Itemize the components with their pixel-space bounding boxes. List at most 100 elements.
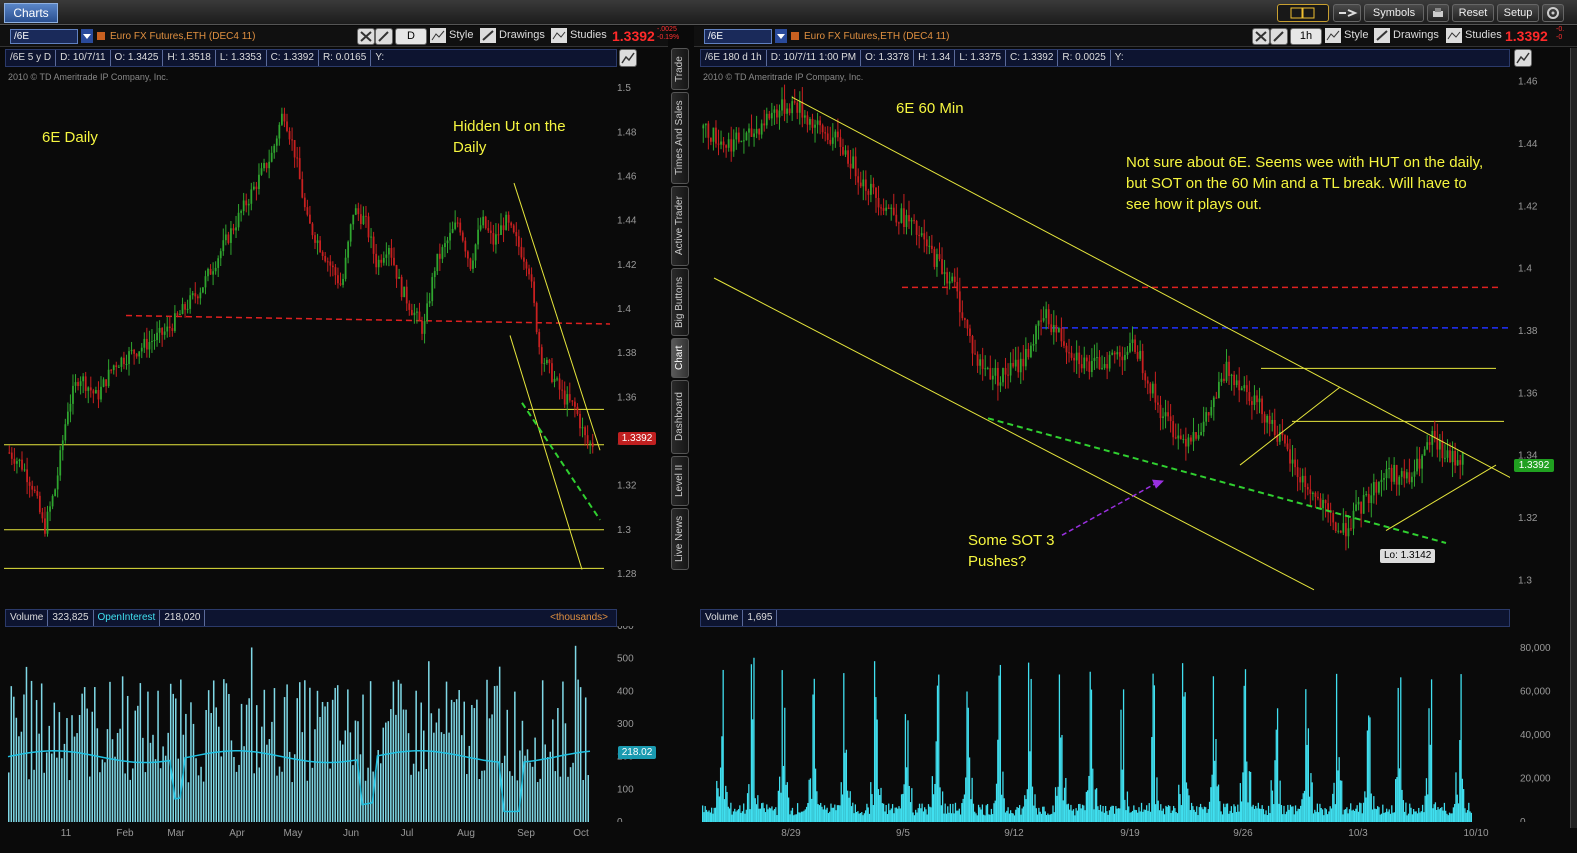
volume-bar (1119, 808, 1121, 822)
candle-body (179, 313, 181, 315)
volume-bar (1416, 813, 1419, 822)
tab-charts[interactable]: Charts (4, 3, 58, 23)
volume-bar (175, 698, 177, 822)
volume-bar (541, 680, 544, 822)
right-symbol-dropdown[interactable] (775, 29, 787, 43)
volume-bar (999, 664, 1002, 822)
volume-bar (798, 812, 800, 822)
candle-body (1365, 494, 1368, 496)
right-scrollbar[interactable] (1570, 48, 1577, 828)
side-tab-dashboard[interactable]: Dashboard (671, 380, 689, 454)
left-drawings-button[interactable]: Drawings (480, 28, 550, 43)
volume-bar (881, 803, 883, 822)
candle-body (984, 368, 987, 370)
side-tab-chart[interactable]: Chart (671, 338, 689, 378)
price-tick-label: 1.46 (1518, 77, 1538, 88)
candle-body (235, 227, 237, 231)
volume-bar (149, 742, 152, 822)
right-pencil-button[interactable] (1270, 28, 1288, 45)
volume-bar (1350, 803, 1352, 822)
price-tick-label: 1.36 (1518, 388, 1538, 399)
grid-layout-button[interactable] (1277, 4, 1329, 22)
left-volume-value: 323,825 (48, 610, 94, 626)
volume-bar (195, 758, 197, 822)
candle-body (586, 435, 589, 444)
side-tab-active-trader[interactable]: Active Trader (671, 186, 689, 266)
volume-bar (1433, 804, 1435, 822)
right-volume-chart[interactable] (698, 626, 1510, 822)
volume-bar (1089, 671, 1091, 822)
candle-body (788, 108, 791, 114)
volume-bar (1172, 805, 1175, 822)
volume-bar (1403, 811, 1406, 822)
volume-bar (139, 683, 142, 822)
link-button[interactable] (1333, 4, 1361, 22)
left-crosshair-button[interactable] (357, 28, 375, 45)
right-symbol-input[interactable]: /6E (704, 29, 772, 44)
side-tab-trade[interactable]: Trade (671, 48, 689, 90)
volume-bar (379, 763, 382, 822)
volume-bar (895, 807, 898, 822)
candle-body (438, 253, 441, 259)
left-style-button[interactable]: Style (430, 28, 480, 43)
candle-body (862, 179, 865, 187)
left-symbol-dropdown[interactable] (81, 29, 93, 43)
volume-bar (1133, 805, 1135, 822)
candle-body (748, 128, 750, 133)
candle-body (487, 228, 490, 231)
volume-bar (412, 763, 415, 822)
right-studies-button[interactable]: Studies (1446, 28, 1502, 43)
settings-button[interactable] (1542, 4, 1564, 22)
left-info-range: R: 0.0165 (319, 50, 372, 66)
candle-body (1101, 367, 1103, 370)
side-tab-times-and-sales[interactable]: Times And Sales (671, 92, 689, 184)
candle-body (1350, 528, 1352, 530)
right-chart-settings-button[interactable] (1514, 49, 1532, 67)
candle-body (428, 301, 431, 304)
volume-bar (1334, 804, 1336, 822)
right-crosshair-button[interactable] (1252, 28, 1270, 45)
candle-body (255, 186, 258, 190)
candle-body (573, 401, 576, 407)
volume-bar (460, 735, 463, 822)
candle-body (202, 287, 204, 293)
print-button[interactable] (1427, 4, 1449, 22)
candle-body (87, 387, 90, 391)
reset-button[interactable]: Reset (1452, 4, 1494, 22)
volume-bar (1007, 807, 1009, 822)
volume-bar (845, 749, 848, 822)
candle-body (260, 168, 263, 175)
symbols-button[interactable]: Symbols (1364, 4, 1424, 22)
left-symbol-input[interactable]: /6E (10, 29, 78, 44)
candle-body (936, 254, 938, 267)
volume-bar (761, 803, 763, 822)
right-price-chart[interactable] (698, 66, 1510, 596)
candle-body (347, 241, 350, 258)
candle-body (306, 207, 309, 215)
left-pencil-button[interactable] (375, 28, 393, 45)
candle-body (74, 382, 77, 386)
candle-body (568, 394, 571, 401)
setup-button[interactable]: Setup (1497, 4, 1539, 22)
volume-bar (1388, 809, 1390, 822)
left-timeframe-button[interactable]: D (395, 28, 427, 45)
volume-bar (1456, 794, 1458, 822)
candle-body (158, 327, 161, 333)
side-tab-live-news[interactable]: Live News (671, 508, 689, 570)
volume-bar (931, 776, 933, 822)
candle-body (413, 312, 416, 316)
right-drawings-button[interactable]: Drawings (1374, 28, 1444, 43)
side-tab-big-buttons[interactable]: Big Buttons (671, 268, 689, 336)
volume-bar (1353, 810, 1356, 822)
left-studies-button[interactable]: Studies (551, 28, 607, 43)
right-last-price: 1.3392 (1505, 28, 1548, 44)
candle-body (89, 387, 92, 391)
side-tab-level-ii[interactable]: Level II (671, 456, 689, 506)
candle-body (801, 101, 804, 118)
candle-body (1027, 348, 1030, 358)
volume-bar (1188, 795, 1190, 822)
right-timeframe-button[interactable]: 1h (1290, 28, 1322, 45)
right-style-button[interactable]: Style (1325, 28, 1371, 43)
left-volume-chart[interactable] (4, 626, 610, 822)
left-chart-settings-button[interactable] (619, 49, 637, 67)
